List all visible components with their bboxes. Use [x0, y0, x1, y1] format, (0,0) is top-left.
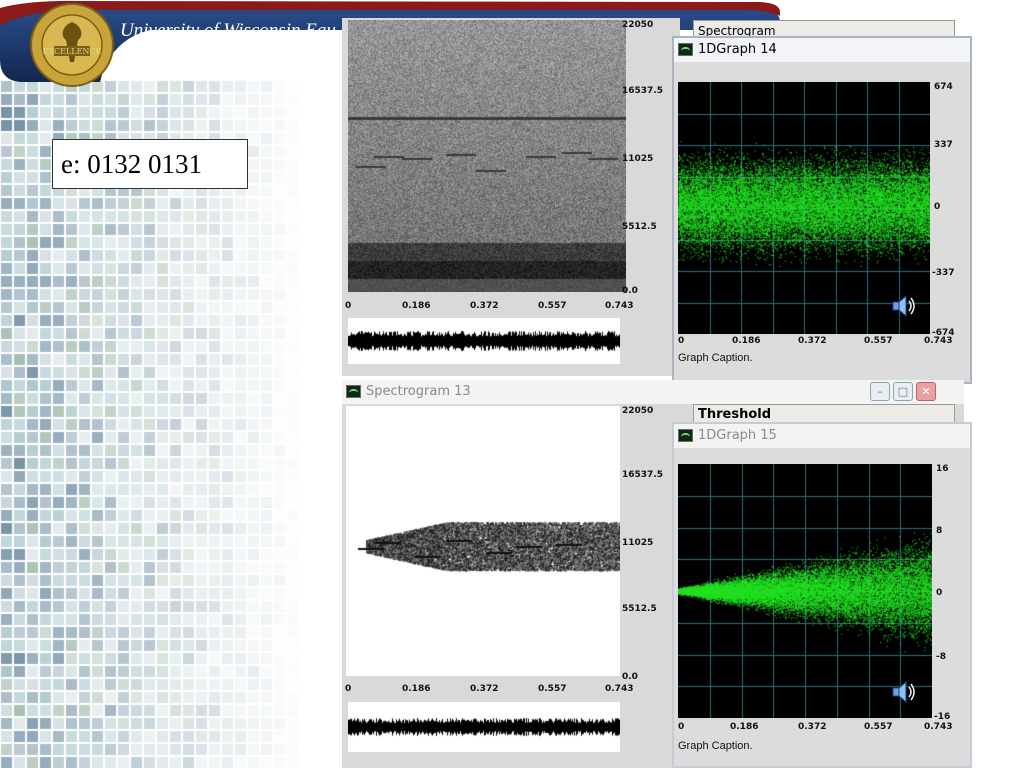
x-tick: 0.372 — [798, 722, 827, 732]
graph-15-window[interactable]: 1DGraph 15 16 8 0 -8 -16 0 0.186 0.372 0… — [672, 422, 972, 768]
y-tick: -337 — [932, 268, 955, 278]
x-tick: 0.743 — [924, 336, 953, 346]
graph-window-icon — [678, 429, 693, 442]
graph-15-titlebar[interactable]: 1DGraph 15 — [674, 424, 970, 448]
y-tick: 0 — [936, 588, 943, 598]
time-tick: 0 — [345, 301, 352, 311]
seal-logo: EXCELLENCE — [30, 3, 114, 87]
minimize-icon[interactable]: – — [870, 382, 890, 401]
time-tick: 0.186 — [402, 684, 431, 694]
maximize-icon[interactable]: □ — [893, 382, 913, 401]
freq-tick: 0.0 — [622, 672, 638, 682]
spectrogram-13-image — [346, 406, 620, 676]
x-tick: 0 — [678, 722, 685, 732]
close-icon[interactable]: ✕ — [916, 382, 936, 401]
freq-tick: 5512.5 — [622, 604, 657, 614]
freq-tick: 22050 — [622, 406, 654, 416]
freq-tick: 0.0 — [622, 286, 638, 296]
freq-tick: 11025 — [622, 154, 654, 164]
time-tick: 0.372 — [470, 684, 499, 694]
graph-14-title: 1DGraph 14 — [698, 42, 777, 57]
university-title: University of Wisconsin Eau — [120, 20, 336, 41]
freq-tick: 16537.5 — [622, 86, 663, 96]
y-tick: 16 — [936, 464, 949, 474]
svg-text:EXCELLENCE: EXCELLENCE — [43, 47, 102, 56]
y-tick: 0 — [934, 202, 941, 212]
time-tick: 0.743 — [605, 684, 634, 694]
time-tick: 0.557 — [538, 684, 567, 694]
graph-14-window[interactable]: 1DGraph 14 674 337 0 -337 -674 0 0.186 0… — [672, 36, 972, 384]
y-tick: 8 — [936, 526, 943, 536]
freq-tick: 11025 — [622, 538, 654, 548]
spectrogram-window-top[interactable]: 22050 16537.5 11025 5512.5 0.0 0 0.186 0… — [342, 18, 680, 376]
x-tick: 0.186 — [730, 722, 759, 732]
waveform-strip — [348, 702, 620, 752]
freq-tick: 5512.5 — [622, 222, 657, 232]
y-tick: 337 — [934, 140, 953, 150]
x-tick: 0.743 — [924, 722, 953, 732]
y-tick: -16 — [934, 712, 951, 722]
spectrogram-13-title: Spectrogram 13 — [366, 384, 471, 399]
time-tick: 0.186 — [402, 301, 431, 311]
x-tick: 0.557 — [864, 722, 893, 732]
y-tick: -8 — [936, 652, 946, 662]
freq-tick: 16537.5 — [622, 470, 663, 480]
graph-caption: Graph Caption. — [678, 352, 753, 364]
speaker-icon[interactable] — [888, 292, 916, 320]
waveform-strip — [348, 318, 620, 364]
graph-15-title: 1DGraph 15 — [698, 428, 777, 443]
y-tick: 674 — [934, 82, 953, 92]
time-tick: 0 — [345, 684, 352, 694]
time-tick: 0.557 — [538, 301, 567, 311]
graph-window-icon — [346, 385, 361, 398]
caption-box: e: 0132 0131 — [52, 139, 248, 189]
time-tick: 0.743 — [605, 301, 634, 311]
x-tick: 0.186 — [732, 336, 761, 346]
graph-14-titlebar[interactable]: 1DGraph 14 — [674, 38, 970, 62]
graph-caption: Graph Caption. — [678, 740, 753, 752]
time-tick: 0.372 — [470, 301, 499, 311]
speaker-icon[interactable] — [888, 678, 916, 706]
x-tick: 0 — [678, 336, 685, 346]
x-tick: 0.372 — [798, 336, 827, 346]
x-tick: 0.557 — [864, 336, 893, 346]
department-title: Departm — [228, 42, 335, 75]
freq-tick: 22050 — [622, 20, 654, 30]
spectrogram-image — [348, 20, 626, 292]
graph-window-icon — [678, 43, 693, 56]
